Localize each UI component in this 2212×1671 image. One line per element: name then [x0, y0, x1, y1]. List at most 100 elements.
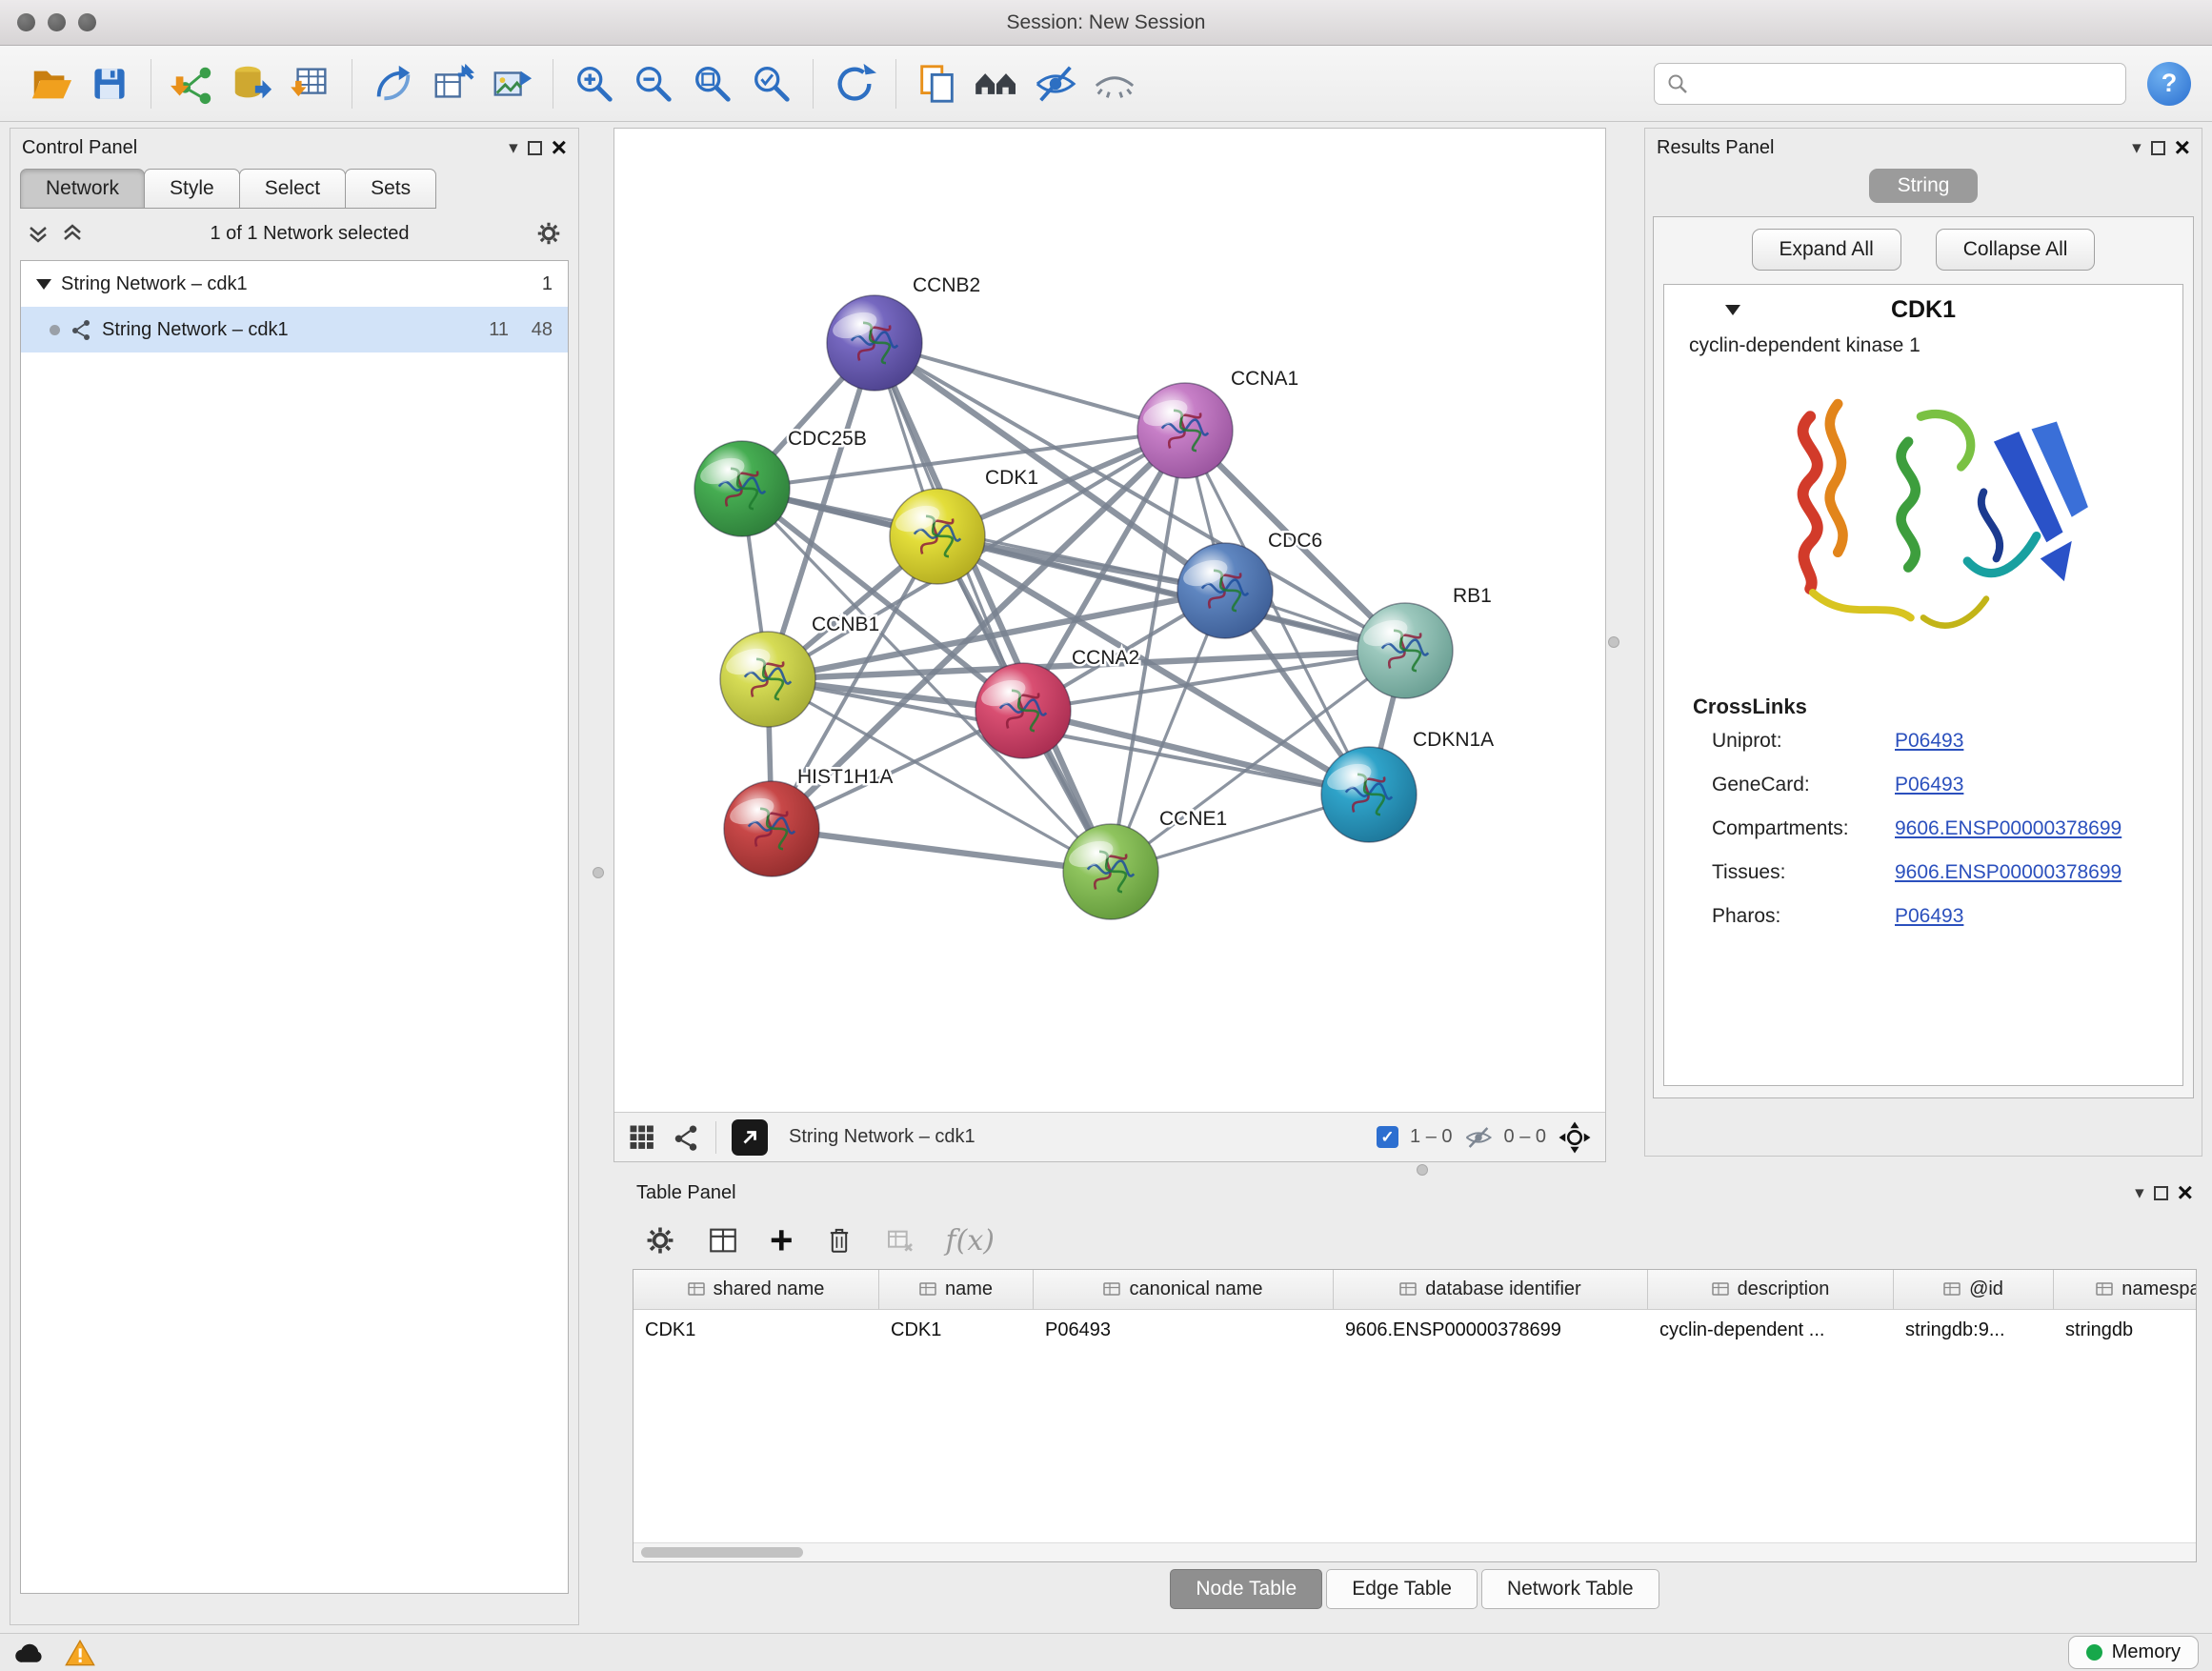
crosslink-link[interactable]: P06493: [1895, 730, 1963, 753]
panel-close-icon[interactable]: ×: [552, 134, 567, 161]
column-header-canonical-name[interactable]: canonical name: [1034, 1270, 1334, 1309]
import-network-from-database-button[interactable]: [222, 54, 281, 113]
column-header-shared-name[interactable]: shared name: [633, 1270, 879, 1309]
network-overview-icon[interactable]: [672, 1123, 700, 1152]
tab-network[interactable]: Network: [20, 169, 145, 209]
table-row[interactable]: CDK1CDK1P064939606.ENSP00000378699cyclin…: [633, 1310, 2196, 1350]
gear-icon[interactable]: [534, 219, 563, 248]
node-CDC25B[interactable]: [694, 441, 790, 536]
help-button[interactable]: ?: [2147, 62, 2191, 106]
column-header-database-identifier[interactable]: database identifier: [1334, 1270, 1648, 1309]
warning-icon[interactable]: [65, 1640, 95, 1666]
selected-checkbox-icon[interactable]: ✓: [1377, 1126, 1398, 1148]
zoom-in-button[interactable]: [565, 54, 624, 113]
crosslink-link[interactable]: 9606.ENSP00000378699: [1895, 861, 2122, 884]
table-cell[interactable]: CDK1: [879, 1319, 1034, 1341]
expand-all-button[interactable]: Expand All: [1752, 229, 1901, 271]
node-HIST1H1A[interactable]: [724, 781, 819, 876]
edge-HIST1H1A-CCNE1[interactable]: [772, 829, 1111, 872]
column-header-namespace[interactable]: namespace: [2054, 1270, 2197, 1309]
zoom-window-button[interactable]: [78, 13, 96, 31]
tab-sets[interactable]: Sets: [345, 169, 436, 209]
open-session-button[interactable]: [21, 54, 80, 113]
tab-string[interactable]: String: [1869, 169, 1979, 203]
close-window-button[interactable]: [17, 13, 35, 31]
zoom-fit-button[interactable]: [683, 54, 742, 113]
left-splitter-handle[interactable]: [593, 867, 604, 878]
clone-network-button[interactable]: [423, 54, 482, 113]
new-network-from-selection-button[interactable]: [364, 54, 423, 113]
table-cell[interactable]: P06493: [1034, 1319, 1334, 1341]
node-CCNB2[interactable]: [827, 295, 922, 391]
function-builder-button[interactable]: f(x): [946, 1224, 995, 1258]
tab-node-table[interactable]: Node Table: [1170, 1569, 1322, 1609]
hide-selected-button[interactable]: [1026, 54, 1085, 113]
import-network-from-file-button[interactable]: [163, 54, 222, 113]
column-header-name[interactable]: name: [879, 1270, 1034, 1309]
scrollbar-thumb[interactable]: [641, 1547, 803, 1558]
crosslink-link[interactable]: 9606.ENSP00000378699: [1895, 817, 2122, 840]
panel-undock-icon[interactable]: [528, 141, 542, 155]
network-collection-row[interactable]: String Network – cdk1 1: [21, 261, 568, 307]
show-columns-icon[interactable]: [707, 1224, 739, 1257]
tab-style[interactable]: Style: [144, 169, 240, 209]
tab-network-table[interactable]: Network Table: [1481, 1569, 1659, 1609]
table-cell[interactable]: 9606.ENSP00000378699: [1334, 1319, 1648, 1341]
node-CDK1[interactable]: [890, 489, 985, 584]
add-column-button[interactable]: +: [770, 1221, 794, 1259]
external-link-button[interactable]: [732, 1119, 768, 1156]
node-RB1[interactable]: [1357, 603, 1453, 698]
edge-CCNB2-CCNA1[interactable]: [875, 343, 1185, 431]
fit-content-crosshair-icon[interactable]: [1558, 1120, 1592, 1155]
node-CCNA1[interactable]: [1137, 383, 1233, 478]
column-header--id[interactable]: @id: [1894, 1270, 2054, 1309]
refresh-button[interactable]: [825, 54, 884, 113]
birds-eye-grid-icon[interactable]: [628, 1123, 656, 1152]
collapse-all-icon[interactable]: [26, 221, 50, 246]
right-splitter-handle[interactable]: [1608, 636, 1619, 648]
table-cell[interactable]: CDK1: [633, 1319, 879, 1341]
copy-annotation-button[interactable]: [908, 54, 967, 113]
tree-expand-icon[interactable]: [36, 279, 51, 290]
panel-undock-icon[interactable]: [2154, 1186, 2168, 1200]
protein-section-collapse-icon[interactable]: [1725, 305, 1740, 315]
table-cell[interactable]: stringdb:9...: [1894, 1319, 2054, 1341]
network-canvas[interactable]: CCNB2CCNA1CDC25BCDK1CDC6RB1CCNB1CCNA2CDK…: [614, 129, 1605, 1112]
panel-close-icon[interactable]: ×: [2175, 134, 2190, 161]
table-cell[interactable]: stringdb: [2054, 1319, 2197, 1341]
horizontal-scrollbar[interactable]: [633, 1542, 2196, 1561]
node-CDKN1A[interactable]: [1321, 747, 1417, 842]
delete-column-trash-icon[interactable]: [824, 1224, 855, 1257]
export-image-button[interactable]: [482, 54, 541, 113]
column-header-description[interactable]: description: [1648, 1270, 1894, 1309]
panel-float-icon[interactable]: ▾: [2132, 137, 2142, 159]
collapse-all-button[interactable]: Collapse All: [1936, 229, 2096, 271]
network-graph[interactable]: CCNB2CCNA1CDC25BCDK1CDC6RB1CCNB1CCNA2CDK…: [614, 129, 1605, 1112]
save-session-button[interactable]: [80, 54, 139, 113]
edge-CCNB2-CCNE1[interactable]: [875, 343, 1111, 872]
cloud-icon[interactable]: [13, 1641, 46, 1665]
table-settings-gear-icon[interactable]: [644, 1224, 676, 1257]
search-input[interactable]: [1697, 72, 2114, 94]
node-CCNB1[interactable]: [720, 632, 815, 727]
tab-select[interactable]: Select: [239, 169, 346, 209]
toolbar-search[interactable]: [1654, 63, 2126, 105]
network-row-selected[interactable]: String Network – cdk1 11 48: [21, 307, 568, 352]
panel-undock-icon[interactable]: [2151, 141, 2165, 155]
panel-float-icon[interactable]: ▾: [2135, 1182, 2144, 1204]
tab-edge-table[interactable]: Edge Table: [1326, 1569, 1478, 1609]
crosslink-link[interactable]: P06493: [1895, 905, 1963, 928]
panel-float-icon[interactable]: ▾: [509, 137, 518, 159]
node-CCNE1[interactable]: [1063, 824, 1158, 919]
import-table-button[interactable]: [281, 54, 340, 113]
memory-button[interactable]: Memory: [2068, 1636, 2199, 1669]
show-all-button[interactable]: [1085, 54, 1144, 113]
bottom-splitter-handle[interactable]: [1417, 1164, 1428, 1176]
crosslink-link[interactable]: P06493: [1895, 774, 1963, 796]
home-layouts-button[interactable]: [967, 54, 1026, 113]
table-cell[interactable]: cyclin-dependent ...: [1648, 1319, 1894, 1341]
expand-all-icon[interactable]: [60, 221, 85, 246]
zoom-selected-button[interactable]: [742, 54, 801, 113]
zoom-out-button[interactable]: [624, 54, 683, 113]
minimize-window-button[interactable]: [48, 13, 66, 31]
